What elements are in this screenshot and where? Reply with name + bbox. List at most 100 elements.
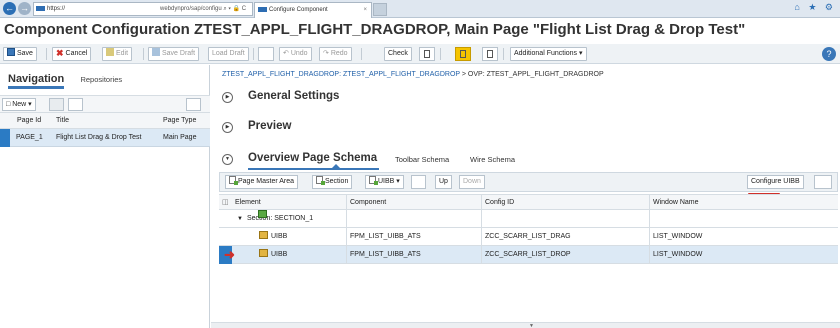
collapse-icon[interactable]: ▼	[237, 210, 243, 228]
section-icon	[258, 210, 267, 218]
column-title[interactable]: Title	[56, 113, 69, 129]
schema-table-header: ◫ Element Component Config ID Window Nam…	[219, 194, 838, 211]
personalize-icon[interactable]	[814, 175, 832, 189]
site-favicon-icon	[36, 5, 45, 11]
element-cell: UIBB	[259, 246, 287, 264]
copy-icon[interactable]	[68, 98, 83, 111]
page-master-area-button[interactable]: Page Master Area	[225, 175, 299, 189]
add-section-button[interactable]: Section	[312, 175, 353, 189]
uibb-label: UIBB	[378, 178, 395, 185]
config-id-cell: ZCC_SCARR_LIST_DROP	[485, 251, 571, 258]
layout-vertical-icon[interactable]	[419, 47, 435, 61]
layout-horizontal-icon[interactable]	[482, 47, 498, 61]
column-divider	[346, 210, 347, 228]
tab-navigation[interactable]: Navigation	[8, 73, 65, 89]
column-divider	[346, 195, 347, 211]
redo-button[interactable]: ↷ Redo	[319, 47, 352, 61]
back-icon[interactable]: ←	[3, 2, 16, 15]
tab-wire-schema[interactable]: Wire Schema	[470, 155, 515, 164]
column-window-name[interactable]: Window Name	[653, 195, 699, 210]
section-label: Section	[325, 178, 349, 185]
expand-icon[interactable]: ▶	[222, 92, 233, 103]
breadcrumb-link[interactable]: ZTEST_APPL_FLIGHT_DRAGDROP: ZTEST_APPL_F…	[222, 71, 460, 78]
page-master-label: Page Master Area	[238, 178, 295, 185]
cancel-icon: ✖	[56, 48, 64, 58]
user-settings-icon[interactable]	[186, 98, 201, 111]
add-section-icon	[316, 176, 325, 185]
expand-icon[interactable]: ▶	[222, 122, 233, 133]
cancel-button[interactable]: ✖ Cancel	[52, 47, 92, 61]
toolbar-divider	[361, 48, 362, 60]
column-divider	[346, 228, 347, 246]
additional-functions-button[interactable]: Additional Functions ▾	[510, 47, 587, 61]
window-name-cell: LIST_WINDOW	[653, 251, 703, 258]
tab-repositories[interactable]: Repositories	[80, 75, 122, 84]
address-controls[interactable]: ⌕ ▾ 🔒 C	[223, 6, 246, 12]
column-page-id[interactable]: Page Id	[17, 113, 41, 129]
section-title[interactable]: Overview Page Schema	[248, 152, 377, 164]
browser-menu-icons[interactable]: ⌂ ★ ⚙	[794, 2, 836, 13]
move-up-button[interactable]: Up	[435, 175, 452, 189]
main-toolbar: Save ✖ Cancel Edit Save Draft Load Draft …	[0, 44, 840, 64]
page-title: Component Configuration ZTEST_APPL_FLIGH…	[4, 21, 746, 38]
collapse-icon[interactable]: ▼	[222, 154, 233, 165]
table-row[interactable]: PAGE_1 Flight List Drag & Drop Test Main…	[0, 129, 210, 147]
edit-label: Edit	[116, 50, 129, 57]
browser-tab[interactable]: Configure Component ×	[254, 2, 372, 18]
table-row[interactable]: ▼ Section: SECTION_1	[219, 210, 838, 228]
page-title-cell: Flight List Drag & Drop Test	[56, 134, 142, 141]
load-draft-button[interactable]: Load Draft	[208, 47, 249, 61]
row-selector[interactable]	[0, 129, 10, 147]
column-component[interactable]: Component	[350, 195, 386, 210]
address-bar[interactable]: https:// webdynpro/sap/configu ⌕ ▾ 🔒 C	[33, 2, 253, 16]
element-cell: UIBB	[259, 228, 287, 246]
column-divider	[649, 246, 650, 264]
new-tab-button[interactable]	[373, 3, 387, 16]
navigation-panel: Navigation Repositories □ New ▾ Page Id …	[0, 65, 210, 328]
save-button[interactable]: Save	[3, 47, 37, 61]
table-row[interactable]: UIBB FPM_LIST_UIBB_ATS ZCC_SCARR_LIST_DR…	[219, 228, 838, 246]
tab-toolbar-schema[interactable]: Toolbar Schema	[395, 155, 449, 164]
configure-uibb-button[interactable]: Configure UIBB	[747, 175, 804, 189]
forward-icon[interactable]: →	[18, 2, 31, 15]
move-down-button[interactable]: Down	[459, 175, 485, 189]
delete-icon[interactable]	[49, 98, 64, 111]
table-row[interactable]: UIBB FPM_LIST_UIBB_ATS ZCC_SCARR_LIST_DR…	[219, 246, 838, 264]
horizontal-scrollbar[interactable]: ▼	[211, 322, 840, 328]
undo-button[interactable]: ↶ Undo	[279, 47, 312, 61]
uibb-icon	[259, 231, 268, 239]
section-title: General Settings	[248, 90, 340, 102]
dropdown-icon: ▾	[26, 101, 32, 108]
save-draft-button[interactable]: Save Draft	[148, 47, 200, 61]
column-element[interactable]: Element	[235, 195, 261, 210]
url-text: https://	[47, 6, 66, 12]
dropdown-icon: ▾	[577, 50, 583, 57]
add-uibb-button[interactable]: UIBB ▾	[365, 175, 404, 189]
section-title: Preview	[248, 120, 292, 132]
element-cell: Section: SECTION_1	[247, 210, 313, 228]
column-divider	[346, 246, 347, 264]
cut-icon[interactable]	[258, 47, 274, 61]
column-page-type[interactable]: Page Type	[163, 113, 196, 129]
undo-icon: ↶	[283, 50, 291, 57]
new-button[interactable]: □ New ▾	[2, 98, 36, 111]
window-name-cell: LIST_WINDOW	[653, 233, 703, 240]
config-id-cell: ZCC_SCARR_LIST_DRAG	[485, 233, 571, 240]
layout-split-icon[interactable]	[455, 47, 471, 61]
page-id-cell: PAGE_1	[16, 134, 43, 141]
column-divider	[649, 195, 650, 211]
toolbar-divider	[46, 48, 47, 60]
tab-title: Configure Component	[269, 7, 328, 13]
check-button[interactable]: Check	[384, 47, 412, 61]
redo-label: Redo	[330, 50, 348, 57]
arrow-right-icon: ➜	[224, 247, 235, 262]
tab-close-icon[interactable]: ×	[363, 3, 367, 17]
help-icon[interactable]: ?	[822, 47, 836, 61]
delete-icon[interactable]	[411, 175, 426, 189]
edit-button[interactable]: Edit	[102, 47, 133, 61]
component-cell: FPM_LIST_UIBB_ATS	[350, 233, 421, 240]
undo-label: Undo	[290, 50, 308, 57]
column-config-id[interactable]: Config ID	[485, 195, 514, 210]
table-settings-icon[interactable]: ◫	[222, 195, 229, 210]
chevron-down-icon[interactable]: ▼	[529, 323, 534, 328]
